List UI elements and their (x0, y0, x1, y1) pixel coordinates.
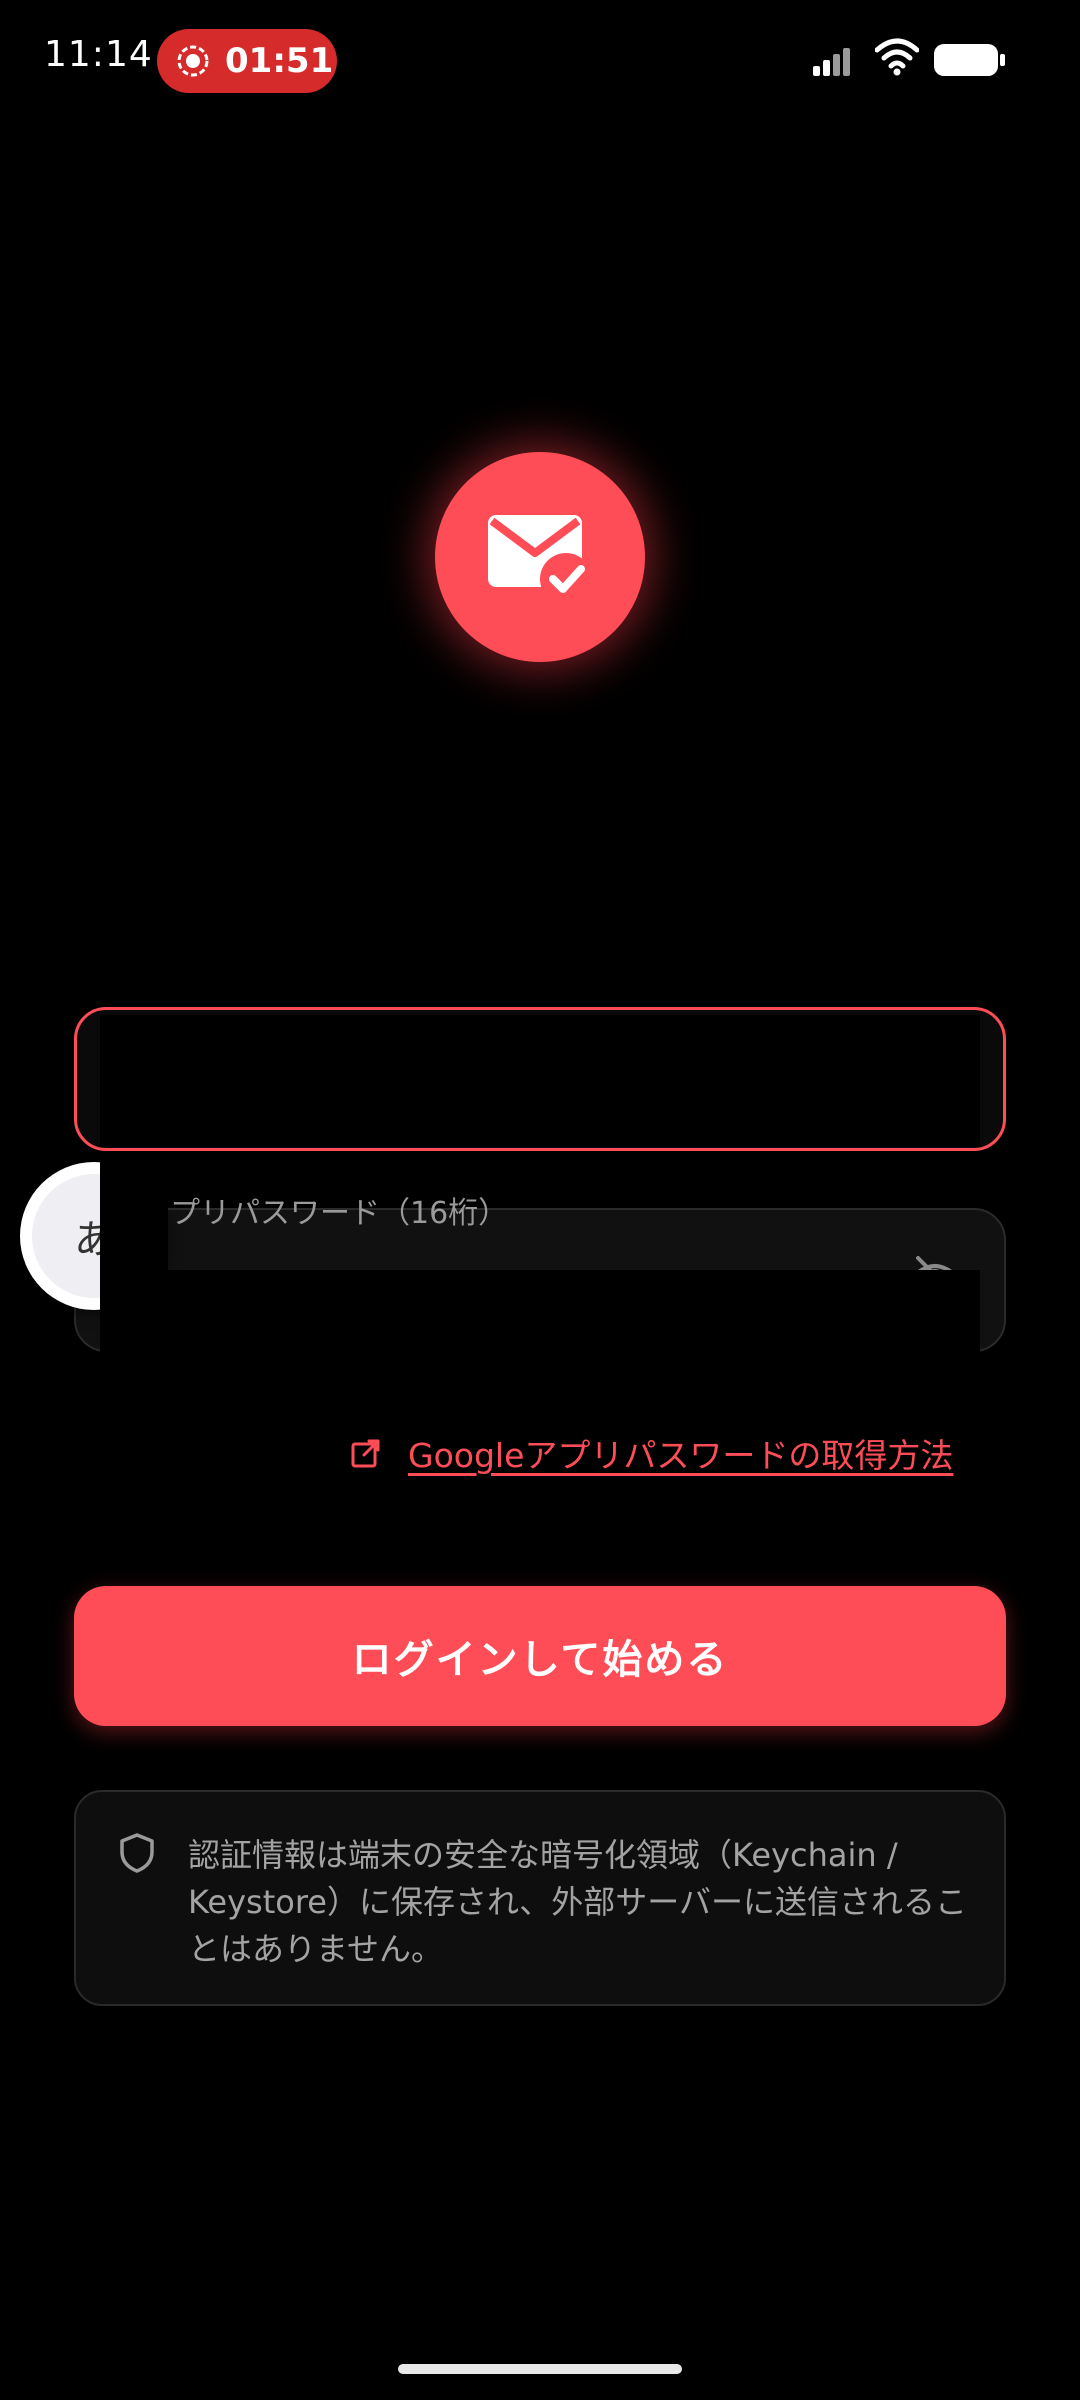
cellular-signal-icon (813, 48, 850, 76)
battery-icon (934, 44, 1005, 76)
wifi-icon (875, 38, 919, 76)
app-password-label: アプリパスワード（16桁） (140, 1196, 509, 1231)
security-note-text: 認証情報は端末の安全な暗号化領域（Keychain / Keystore）に保存… (188, 1836, 967, 1968)
redaction-overlay (100, 1162, 168, 1310)
external-link-icon (351, 1439, 380, 1468)
home-gesture-bar[interactable] (398, 2364, 682, 2374)
screen-recording-indicator[interactable]: 01:51 (157, 29, 337, 93)
shield-icon (120, 1833, 154, 1873)
redaction-overlay (100, 1015, 980, 1147)
help-link-text[interactable]: Googleアプリパスワードの取得方法 (408, 1429, 953, 1477)
status-bar: 11:14 01:51 (0, 0, 1080, 120)
record-icon (177, 45, 209, 77)
status-time: 11:14 (44, 34, 153, 75)
app-logo (435, 452, 645, 662)
login-button[interactable]: ログインして始める (74, 1586, 1006, 1726)
mail-check-icon (488, 515, 592, 605)
app-password-help-link[interactable]: Googleアプリパスワードの取得方法 (350, 1428, 953, 1478)
redaction-overlay (100, 1270, 980, 1360)
recording-timer: 01:51 (225, 41, 334, 81)
